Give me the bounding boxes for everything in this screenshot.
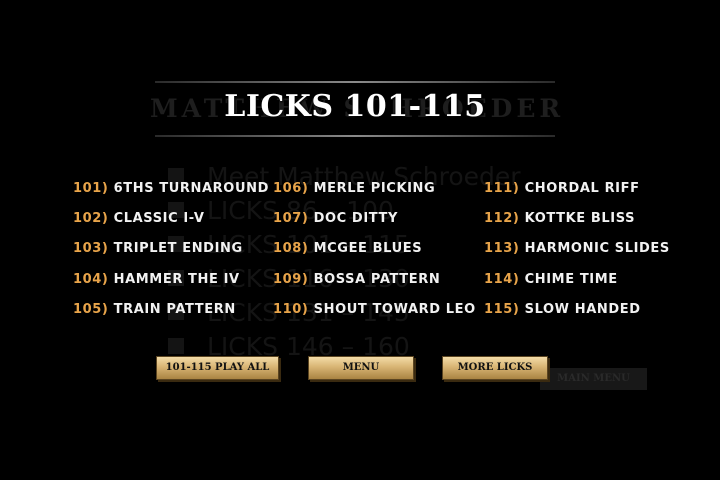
more-licks-button[interactable]: MORE LICKS	[442, 356, 548, 380]
lick-item-107[interactable]: 107) DOC DITTY	[273, 211, 398, 226]
lick-item-102[interactable]: 102) CLASSIC I-V	[73, 211, 205, 226]
title-top-rule	[155, 81, 555, 83]
lick-item-106[interactable]: 106) MERLE PICKING	[273, 181, 435, 196]
lick-item-112[interactable]: 112) KOTTKE BLISS	[484, 211, 635, 226]
menu-button[interactable]: MENU	[308, 356, 414, 380]
background-bullet	[168, 338, 184, 354]
lick-item-113[interactable]: 113) HARMONIC SLIDES	[484, 241, 670, 256]
play-all-button[interactable]: 101-115 PLAY ALL	[156, 356, 279, 380]
lick-item-109[interactable]: 109) BOSSA PATTERN	[273, 272, 440, 287]
background-main-menu-button: MAIN MENU	[540, 368, 647, 390]
lick-item-105[interactable]: 105) TRAIN PATTERN	[73, 302, 236, 317]
lick-item-103[interactable]: 103) TRIPLET ENDING	[73, 241, 243, 256]
lick-item-108[interactable]: 108) MCGEE BLUES	[273, 241, 422, 256]
lick-item-115[interactable]: 115) SLOW HANDED	[484, 302, 641, 317]
lick-item-111[interactable]: 111) CHORDAL RIFF	[484, 181, 640, 196]
lick-item-101[interactable]: 101) 6THS TURNAROUND	[73, 181, 269, 196]
lick-item-114[interactable]: 114) CHIME TIME	[484, 272, 618, 287]
page-title: LICKS 101-115	[224, 89, 486, 124]
lick-item-110[interactable]: 110) SHOUT TOWARD LEO	[273, 302, 476, 317]
title-bottom-rule	[155, 135, 555, 137]
lick-item-104[interactable]: 104) HAMMER THE IV	[73, 272, 240, 287]
